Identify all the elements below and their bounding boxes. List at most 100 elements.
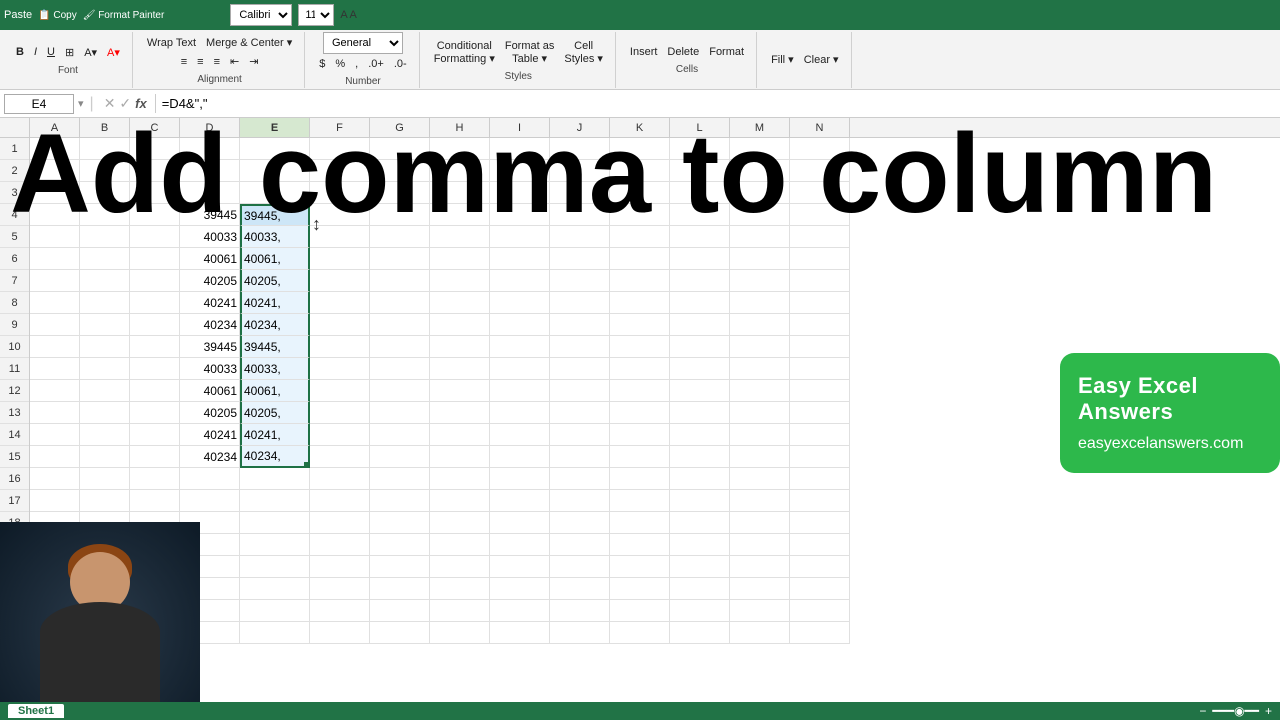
cell-J21[interactable]	[550, 578, 610, 600]
cell-G4[interactable]	[370, 204, 430, 226]
cell-F7[interactable]	[310, 270, 370, 292]
cell-G16[interactable]	[370, 468, 430, 490]
cell-E16[interactable]	[240, 468, 310, 490]
zoom-slider[interactable]: ━━━◉━━	[1212, 704, 1259, 718]
cell-M3[interactable]	[730, 182, 790, 204]
cell-J4[interactable]	[550, 204, 610, 226]
cell-L10[interactable]	[670, 336, 730, 358]
cell-A10[interactable]	[30, 336, 80, 358]
cell-L7[interactable]	[670, 270, 730, 292]
cell-N5[interactable]	[790, 226, 850, 248]
fill-color-button[interactable]: A▾	[80, 44, 101, 61]
indent-increase-button[interactable]: ⇥	[245, 53, 262, 70]
cell-K14[interactable]	[610, 424, 670, 446]
cell-N16[interactable]	[790, 468, 850, 490]
cell-E6[interactable]: 40061,	[240, 248, 310, 270]
cell-N19[interactable]	[790, 534, 850, 556]
cell-K2[interactable]	[610, 160, 670, 182]
cell-M13[interactable]	[730, 402, 790, 424]
cell-M4[interactable]	[730, 204, 790, 226]
cell-C10[interactable]	[130, 336, 180, 358]
cell-J18[interactable]	[550, 512, 610, 534]
insert-function-icon[interactable]: fx	[135, 96, 147, 111]
cell-E15[interactable]: 40234,	[240, 446, 310, 468]
cell-L21[interactable]	[670, 578, 730, 600]
cell-B11[interactable]	[80, 358, 130, 380]
cell-F3[interactable]	[310, 182, 370, 204]
zoom-in-icon[interactable]: +	[1265, 704, 1272, 718]
confirm-formula-icon[interactable]: ✓	[119, 95, 131, 112]
col-header-k[interactable]: K	[610, 118, 670, 137]
cell-C6[interactable]	[130, 248, 180, 270]
cell-M15[interactable]	[730, 446, 790, 468]
currency-button[interactable]: $	[315, 56, 329, 72]
cell-N6[interactable]	[790, 248, 850, 270]
cell-K10[interactable]	[610, 336, 670, 358]
cell-A3[interactable]	[30, 182, 80, 204]
cell-C9[interactable]	[130, 314, 180, 336]
cell-D11[interactable]: 40033	[180, 358, 240, 380]
cell-F16[interactable]	[310, 468, 370, 490]
cell-A6[interactable]	[30, 248, 80, 270]
cell-M2[interactable]	[730, 160, 790, 182]
cell-E3[interactable]	[240, 182, 310, 204]
cell-M23[interactable]	[730, 622, 790, 644]
cell-N1[interactable]	[790, 138, 850, 160]
cell-H4[interactable]	[430, 204, 490, 226]
cell-D16[interactable]	[180, 468, 240, 490]
merge-center-button[interactable]: Merge & Center ▾	[202, 34, 296, 51]
cell-H10[interactable]	[430, 336, 490, 358]
cell-C14[interactable]	[130, 424, 180, 446]
cell-E13[interactable]: 40205,	[240, 402, 310, 424]
cell-I16[interactable]	[490, 468, 550, 490]
cell-M10[interactable]	[730, 336, 790, 358]
cell-F23[interactable]	[310, 622, 370, 644]
cell-A17[interactable]	[30, 490, 80, 512]
cell-K12[interactable]	[610, 380, 670, 402]
cell-G23[interactable]	[370, 622, 430, 644]
cell-H12[interactable]	[430, 380, 490, 402]
cell-N8[interactable]	[790, 292, 850, 314]
italic-button[interactable]: I	[30, 44, 41, 60]
cell-I19[interactable]	[490, 534, 550, 556]
cell-C1[interactable]	[130, 138, 180, 160]
cell-L6[interactable]	[670, 248, 730, 270]
percent-button[interactable]: %	[331, 56, 349, 72]
cell-L22[interactable]	[670, 600, 730, 622]
fill-handle[interactable]	[304, 462, 310, 468]
cell-J20[interactable]	[550, 556, 610, 578]
cell-M22[interactable]	[730, 600, 790, 622]
cell-C16[interactable]	[130, 468, 180, 490]
cell-A4[interactable]	[30, 204, 80, 226]
cell-styles-button[interactable]: CellStyles ▾	[560, 38, 607, 67]
cell-B13[interactable]	[80, 402, 130, 424]
cell-M5[interactable]	[730, 226, 790, 248]
cell-H18[interactable]	[430, 512, 490, 534]
cell-B1[interactable]	[80, 138, 130, 160]
cell-M11[interactable]	[730, 358, 790, 380]
cell-J7[interactable]	[550, 270, 610, 292]
cell-F20[interactable]	[310, 556, 370, 578]
cell-I21[interactable]	[490, 578, 550, 600]
cell-F2[interactable]	[310, 160, 370, 182]
cell-J2[interactable]	[550, 160, 610, 182]
cell-C8[interactable]	[130, 292, 180, 314]
cell-N21[interactable]	[790, 578, 850, 600]
cell-K9[interactable]	[610, 314, 670, 336]
cell-L11[interactable]	[670, 358, 730, 380]
cell-H5[interactable]	[430, 226, 490, 248]
cell-H9[interactable]	[430, 314, 490, 336]
cell-N18[interactable]	[790, 512, 850, 534]
cell-I1[interactable]	[490, 138, 550, 160]
cell-H21[interactable]	[430, 578, 490, 600]
col-header-e[interactable]: E	[240, 118, 310, 137]
cell-H8[interactable]	[430, 292, 490, 314]
cell-F10[interactable]	[310, 336, 370, 358]
cell-E12[interactable]: 40061,	[240, 380, 310, 402]
cell-B7[interactable]	[80, 270, 130, 292]
cell-B3[interactable]	[80, 182, 130, 204]
cell-D17[interactable]	[180, 490, 240, 512]
cell-F17[interactable]	[310, 490, 370, 512]
cell-K16[interactable]	[610, 468, 670, 490]
cell-L5[interactable]	[670, 226, 730, 248]
